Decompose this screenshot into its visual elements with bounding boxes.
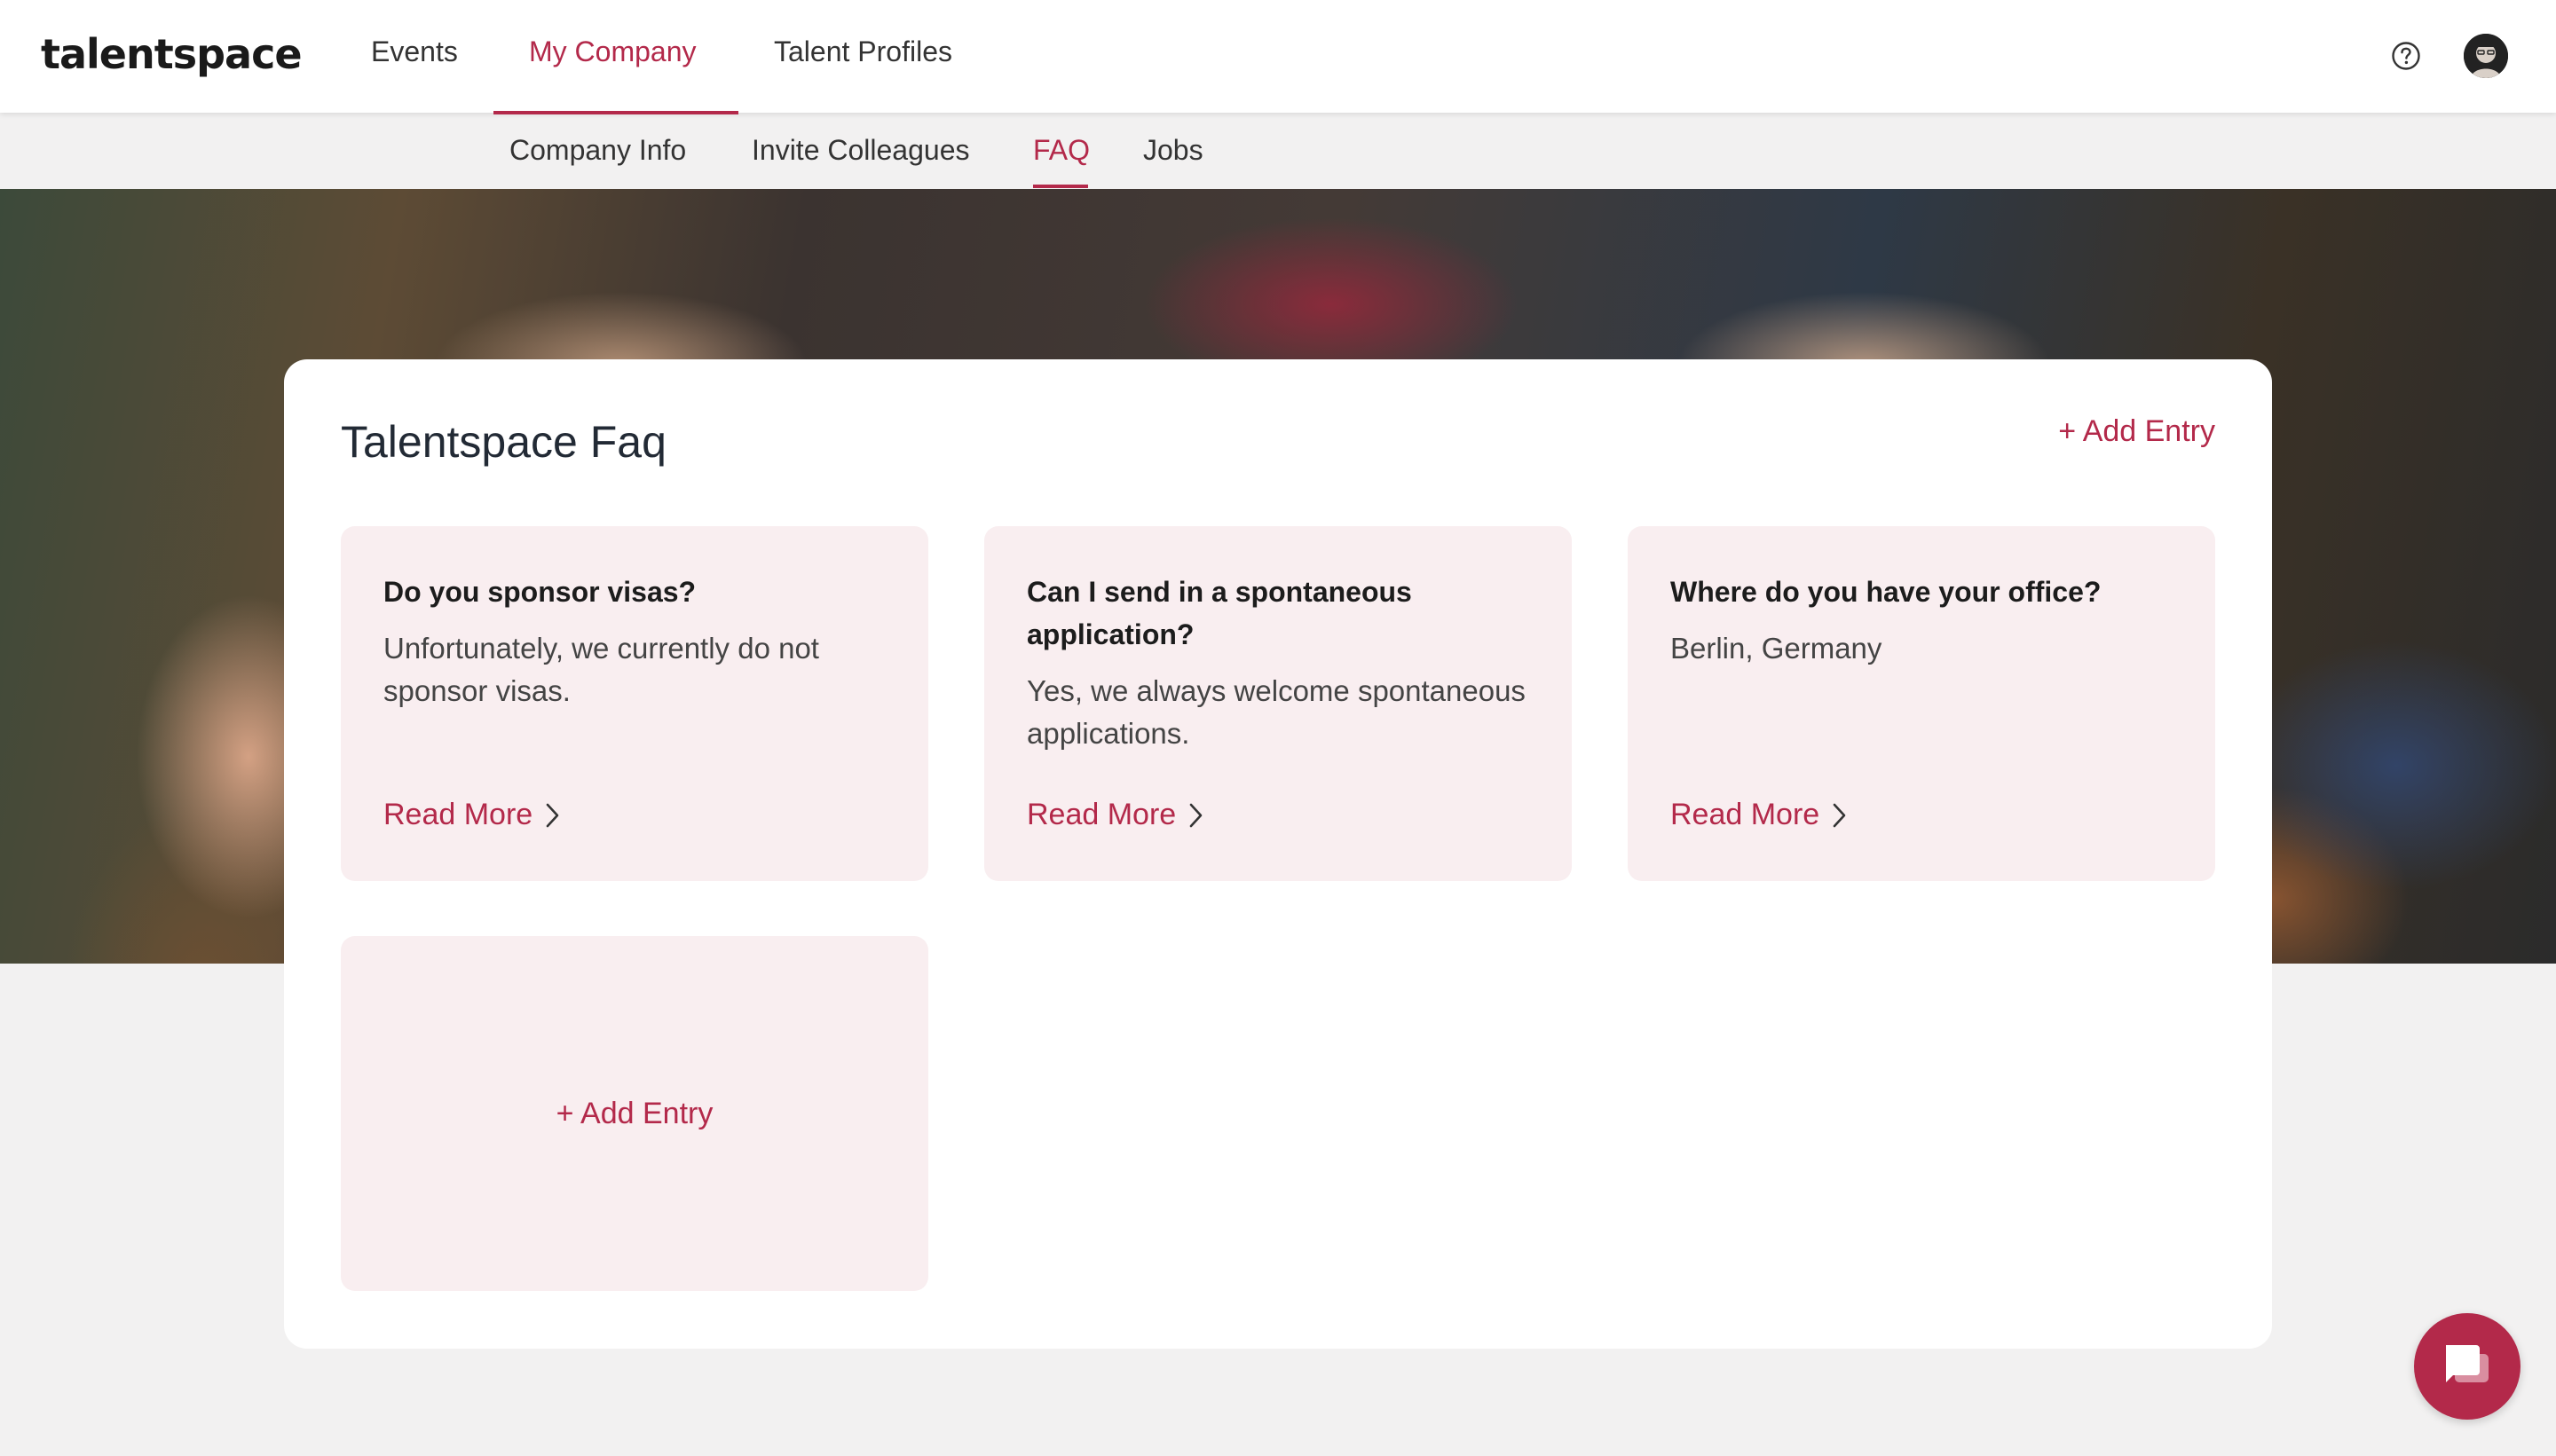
tab-faq[interactable]: FAQ bbox=[1033, 134, 1090, 167]
tab-jobs[interactable]: Jobs bbox=[1143, 134, 1203, 167]
add-entry-tile-label: + Add Entry bbox=[556, 1096, 714, 1130]
chevron-right-icon bbox=[1833, 803, 1846, 827]
read-more-label: Read More bbox=[383, 798, 533, 831]
chat-bubble-icon bbox=[2446, 1345, 2489, 1382]
faq-question: Where do you have your office? bbox=[1670, 576, 2102, 608]
help-icon[interactable] bbox=[2391, 41, 2421, 71]
read-more-label: Read More bbox=[1027, 798, 1177, 831]
chevron-right-icon bbox=[1189, 803, 1203, 827]
faq-answer: Unfortunately, we currently do not spons… bbox=[383, 632, 819, 707]
chevron-right-icon bbox=[546, 803, 559, 827]
nav-item-talent-profiles[interactable]: Talent Profiles bbox=[774, 35, 952, 68]
faq-panel: Talentspace Faq + Add Entry Do you spons… bbox=[284, 359, 2272, 1349]
page-title: Talentspace Faq bbox=[341, 417, 667, 467]
read-more-label: Read More bbox=[1670, 798, 1820, 831]
faq-question: Do you sponsor visas? bbox=[383, 576, 697, 608]
nav-active-indicator bbox=[493, 111, 738, 114]
add-entry-tile[interactable]: + Add Entry bbox=[341, 936, 928, 1291]
add-entry-button[interactable]: + Add Entry bbox=[2058, 414, 2215, 449]
tab-company-info[interactable]: Company Info bbox=[509, 134, 686, 167]
sub-navigation: Company Info Invite Colleagues FAQ Jobs bbox=[0, 113, 2556, 189]
tab-invite-colleagues[interactable]: Invite Colleagues bbox=[752, 134, 969, 167]
faq-answer: Yes, we always welcome spontaneous appli… bbox=[1027, 674, 1526, 750]
faq-answer: Berlin, Germany bbox=[1670, 632, 1882, 665]
faq-card: Where do you have your office? Berlin, G… bbox=[1628, 526, 2215, 881]
faq-card: Do you sponsor visas? Unfortunately, we … bbox=[341, 526, 928, 881]
read-more-link[interactable]: Read More bbox=[1027, 798, 1204, 832]
faq-card: Can I send in a spontaneous application?… bbox=[984, 526, 1572, 881]
avatar-portrait-icon bbox=[2464, 34, 2508, 78]
top-navigation-bar: talentspace Events My Company Talent Pro… bbox=[0, 0, 2556, 114]
faq-question: Can I send in a spontaneous application? bbox=[1027, 576, 1412, 650]
nav-item-events[interactable]: Events bbox=[371, 35, 458, 68]
nav-item-my-company[interactable]: My Company bbox=[529, 35, 697, 68]
user-avatar[interactable] bbox=[2464, 34, 2508, 78]
read-more-link[interactable]: Read More bbox=[383, 798, 561, 832]
read-more-link[interactable]: Read More bbox=[1670, 798, 1848, 832]
tab-active-indicator bbox=[1033, 185, 1088, 188]
talentspace-logo[interactable]: talentspace bbox=[41, 30, 303, 78]
chat-button[interactable] bbox=[2414, 1313, 2520, 1420]
